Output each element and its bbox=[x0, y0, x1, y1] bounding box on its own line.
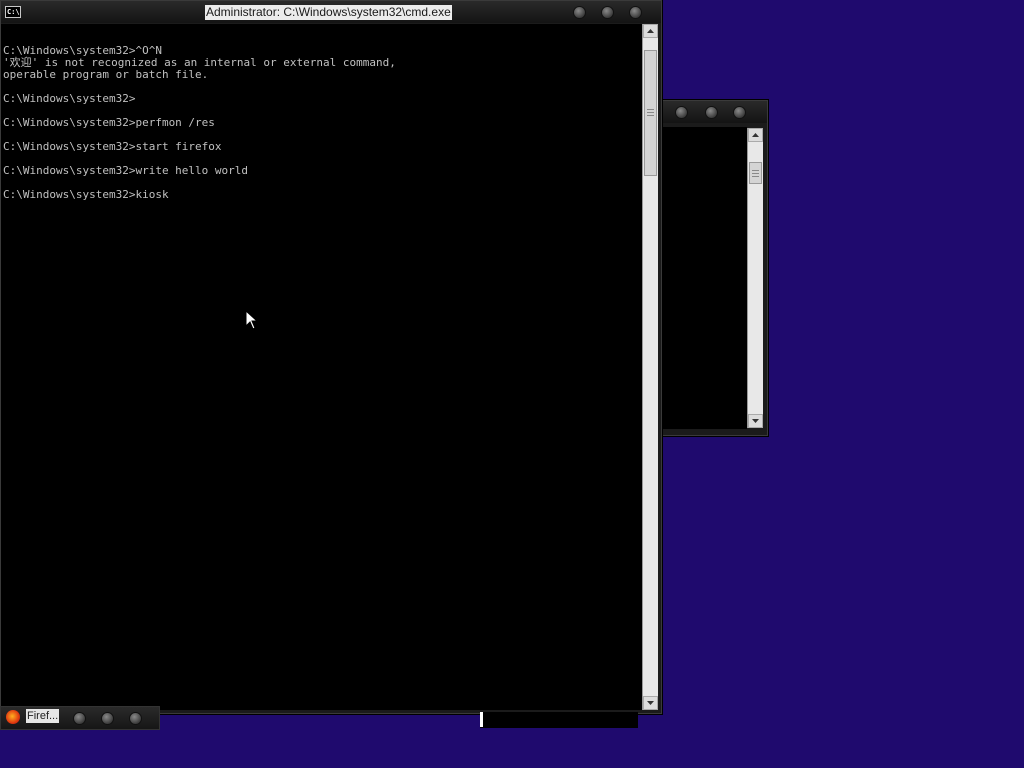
background-window-titlebar[interactable] bbox=[663, 101, 767, 123]
console-line: C:\Windows\system32>write hello world bbox=[3, 164, 249, 177]
text-caret bbox=[480, 712, 483, 727]
chevron-up-icon[interactable] bbox=[748, 128, 763, 142]
console-line: operable program or batch file. bbox=[3, 68, 209, 81]
console-line: C:\Windows\system32>start firefox bbox=[3, 140, 222, 153]
cmd-titlebar[interactable]: C:\ Administrator: C:\Windows\system32\c… bbox=[1, 1, 661, 23]
taskbar-window-fragment[interactable] bbox=[480, 712, 638, 728]
chevron-down-icon[interactable] bbox=[643, 696, 658, 710]
console-icon[interactable]: C:\ bbox=[5, 6, 21, 18]
console-text: C:\Windows\system32>^O^N '欢迎' is not rec… bbox=[1, 24, 642, 201]
taskbar-firefox-label: Firef... bbox=[26, 709, 60, 723]
close-icon[interactable] bbox=[733, 106, 746, 119]
console-line: C:\Windows\system32>perfmon /res bbox=[3, 116, 215, 129]
console-scrollbar[interactable] bbox=[642, 24, 658, 710]
background-window-scrollbar[interactable] bbox=[747, 128, 763, 428]
background-window-content bbox=[663, 127, 747, 429]
window-title: Administrator: C:\Windows\system32\cmd.e… bbox=[205, 5, 452, 20]
cmd-window[interactable]: C:\ Administrator: C:\Windows\system32\c… bbox=[0, 0, 662, 714]
minimize-icon[interactable] bbox=[573, 6, 586, 19]
scrollbar-thumb[interactable] bbox=[644, 50, 657, 176]
cursor-icon bbox=[245, 310, 259, 330]
console-output[interactable]: C:\Windows\system32>^O^N '欢迎' is not rec… bbox=[1, 24, 642, 710]
scrollbar-thumb[interactable] bbox=[749, 162, 762, 184]
taskbar-firefox-button[interactable]: Firef... bbox=[0, 706, 160, 730]
close-icon[interactable] bbox=[629, 6, 642, 19]
maximize-icon[interactable] bbox=[705, 106, 718, 119]
background-window[interactable] bbox=[662, 100, 768, 436]
minimize-icon[interactable] bbox=[675, 106, 688, 119]
close-icon[interactable] bbox=[129, 712, 142, 725]
chevron-down-icon[interactable] bbox=[748, 414, 763, 428]
maximize-icon[interactable] bbox=[101, 712, 114, 725]
minimize-icon[interactable] bbox=[73, 712, 86, 725]
console-line: C:\Windows\system32>kiosk bbox=[3, 188, 169, 201]
maximize-icon[interactable] bbox=[601, 6, 614, 19]
firefox-icon bbox=[6, 710, 20, 724]
console-line: C:\Windows\system32> bbox=[3, 92, 136, 105]
chevron-up-icon[interactable] bbox=[643, 24, 658, 38]
